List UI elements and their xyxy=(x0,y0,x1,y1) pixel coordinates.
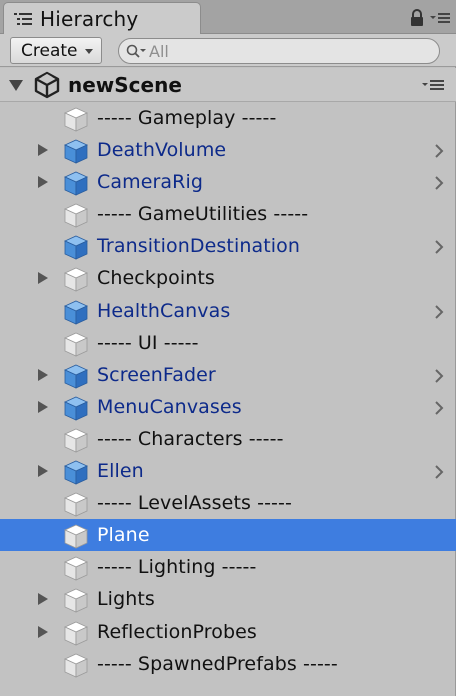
scene-name: newScene xyxy=(68,73,182,97)
hierarchy-row[interactable]: CameraRig xyxy=(0,166,456,198)
hierarchy-row[interactable]: MenuCanvases xyxy=(0,391,456,423)
list-icon xyxy=(14,11,32,27)
open-prefab-chevron-icon[interactable] xyxy=(434,464,444,480)
hierarchy-tree: ----- Gameplay ----- DeathVolume CameraRig… xyxy=(0,102,456,680)
hierarchy-row[interactable]: Checkpoints xyxy=(0,262,456,294)
row-label: ReflectionProbes xyxy=(97,620,257,643)
expand-arrow-icon[interactable] xyxy=(38,144,48,157)
prefab-cube-icon xyxy=(62,169,90,197)
hierarchy-row[interactable]: DeathVolume xyxy=(0,134,456,166)
row-label: HealthCanvas xyxy=(97,299,231,322)
search-field[interactable] xyxy=(118,38,440,64)
row-label: ----- Lighting ----- xyxy=(97,556,257,579)
tab-hierarchy[interactable]: Hierarchy xyxy=(3,2,201,35)
prefab-cube-icon xyxy=(62,458,90,486)
tab-tools xyxy=(410,6,450,30)
toolbar: Create xyxy=(0,34,456,67)
prefab-cube-icon xyxy=(62,298,90,326)
gameobject-cube-icon xyxy=(62,201,90,229)
row-label: ScreenFader xyxy=(97,363,216,386)
gameobject-cube-icon xyxy=(62,426,90,454)
tab-menu-icon[interactable] xyxy=(430,11,450,25)
expand-arrow-icon[interactable] xyxy=(38,272,48,285)
unity-logo-icon xyxy=(34,71,60,99)
tab-strip: Hierarchy xyxy=(0,0,456,35)
hierarchy-row[interactable]: Lights xyxy=(0,583,456,615)
gameobject-cube-icon xyxy=(62,330,90,358)
search-icon[interactable] xyxy=(126,44,148,60)
open-prefab-chevron-icon[interactable] xyxy=(434,239,444,255)
prefab-cube-icon xyxy=(62,233,90,261)
prefab-cube-icon xyxy=(62,362,90,390)
create-label: Create xyxy=(21,40,78,61)
lock-icon[interactable] xyxy=(410,9,424,27)
open-prefab-chevron-icon[interactable] xyxy=(434,143,444,159)
row-label: ----- Gameplay ----- xyxy=(97,107,277,129)
hierarchy-row[interactable]: ----- GameUtilities ----- xyxy=(0,198,456,230)
hierarchy-row[interactable]: Ellen xyxy=(0,455,456,487)
row-label: Ellen xyxy=(97,460,144,483)
open-prefab-chevron-icon[interactable] xyxy=(434,400,444,416)
row-label: MenuCanvases xyxy=(97,395,242,418)
scene-foldout-icon[interactable] xyxy=(9,80,23,91)
hierarchy-row[interactable]: ----- Characters ----- xyxy=(0,423,456,455)
dropdown-arrow-icon xyxy=(85,49,93,54)
prefab-cube-icon xyxy=(62,137,90,165)
expand-arrow-icon[interactable] xyxy=(38,593,48,606)
hierarchy-panel: Hierarchy Create All newScene ----- Game… xyxy=(0,0,456,696)
hierarchy-row[interactable]: Plane xyxy=(0,519,456,552)
row-label: TransitionDestination xyxy=(97,235,301,258)
row-label: Checkpoints xyxy=(97,267,215,290)
gameobject-cube-icon xyxy=(62,554,90,582)
expand-arrow-icon[interactable] xyxy=(38,368,48,381)
row-label: ----- LevelAssets ----- xyxy=(97,492,292,515)
expand-arrow-icon[interactable] xyxy=(38,625,48,638)
gameobject-cube-icon xyxy=(62,522,90,550)
gameobject-cube-icon xyxy=(62,265,90,293)
expand-arrow-icon[interactable] xyxy=(38,400,48,413)
prefab-cube-icon xyxy=(62,394,90,422)
scene-menu-icon[interactable] xyxy=(422,79,444,91)
row-label: CameraRig xyxy=(97,171,204,194)
row-label: ----- UI ----- xyxy=(97,331,199,354)
gameobject-cube-icon xyxy=(62,586,90,614)
row-label: DeathVolume xyxy=(97,139,227,162)
gameobject-cube-icon xyxy=(62,651,90,679)
hierarchy-row[interactable]: ReflectionProbes xyxy=(0,616,456,648)
hierarchy-row[interactable]: ----- Gameplay ----- xyxy=(0,102,456,134)
hierarchy-row[interactable]: ----- LevelAssets ----- xyxy=(0,487,456,519)
gameobject-cube-icon xyxy=(62,105,90,133)
row-label: ----- Characters ----- xyxy=(97,427,284,450)
scene-header[interactable]: newScene xyxy=(0,68,456,102)
hierarchy-row[interactable]: ----- UI ----- xyxy=(0,327,456,359)
gameobject-cube-icon xyxy=(62,490,90,518)
row-label: ----- SpawnedPrefabs ----- xyxy=(97,652,338,675)
tab-title: Hierarchy xyxy=(40,7,139,31)
search-input[interactable] xyxy=(149,41,409,61)
hierarchy-row[interactable]: TransitionDestination xyxy=(0,230,456,262)
hierarchy-row[interactable]: HealthCanvas xyxy=(0,295,456,327)
create-dropdown-button[interactable]: Create xyxy=(10,37,102,64)
row-label: ----- GameUtilities ----- xyxy=(97,203,309,226)
open-prefab-chevron-icon[interactable] xyxy=(434,368,444,384)
expand-arrow-icon[interactable] xyxy=(38,465,48,478)
expand-arrow-icon[interactable] xyxy=(38,176,48,189)
row-label: Lights xyxy=(97,588,155,611)
hierarchy-row[interactable]: ScreenFader xyxy=(0,359,456,391)
gameobject-cube-icon xyxy=(62,619,90,647)
hierarchy-row[interactable]: ----- Lighting ----- xyxy=(0,551,456,583)
hierarchy-row[interactable]: ----- SpawnedPrefabs ----- xyxy=(0,648,456,680)
row-label: Plane xyxy=(97,524,150,547)
open-prefab-chevron-icon[interactable] xyxy=(434,175,444,191)
open-prefab-chevron-icon[interactable] xyxy=(434,304,444,320)
